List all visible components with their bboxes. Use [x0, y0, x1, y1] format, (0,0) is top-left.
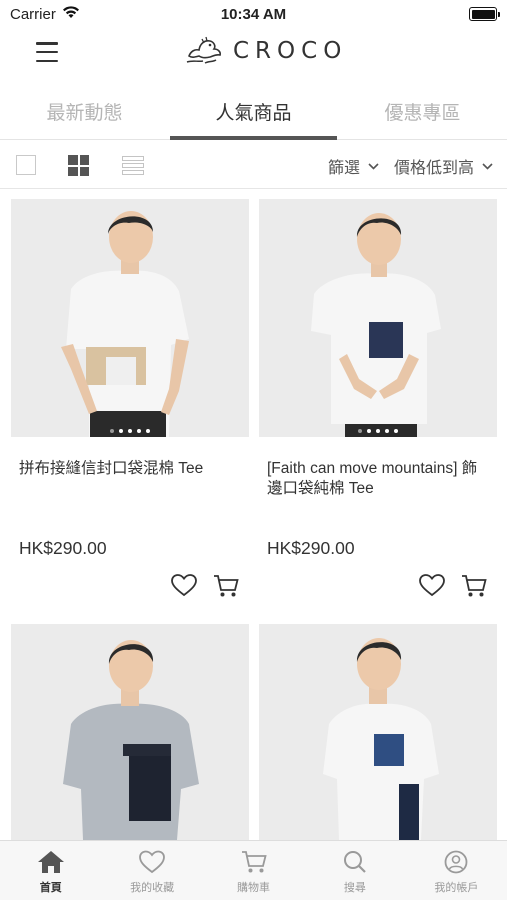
filter-label: 篩選 — [328, 160, 361, 177]
nav-favorites-label: 我的收藏 — [130, 882, 175, 894]
product-image[interactable] — [11, 624, 249, 840]
status-bar: Carrier 10:34 AM — [0, 0, 507, 28]
brand-logo[interactable]: CROCO — [185, 34, 347, 68]
product-price: HK$290.00 — [267, 538, 355, 558]
nav-search-label: 搜尋 — [343, 882, 366, 894]
bottom-tab-bar: 首頁 我的收藏 購物車 搜尋 我的帳戶 — [0, 840, 507, 900]
single-view-toggle[interactable] — [16, 155, 36, 175]
product-card: [Faith can move mountains] 飾邊口袋純棉 Tee HK… — [259, 199, 497, 597]
product-title[interactable]: 拼布接縫信封口袋混棉 Tee — [11, 459, 249, 529]
heart-icon[interactable] — [419, 574, 445, 597]
nav-cart-label: 購物車 — [237, 882, 271, 894]
tab-latest[interactable]: 最新動態 — [0, 86, 169, 139]
product-image[interactable] — [11, 199, 249, 437]
brand-name: CROCO — [233, 38, 348, 64]
nav-favorites[interactable]: 我的收藏 — [101, 841, 202, 900]
product-card — [259, 624, 497, 840]
product-card — [11, 624, 249, 840]
category-tabs: 最新動態 人氣商品 優惠專區 — [0, 86, 507, 140]
crocodile-logo-icon — [186, 36, 221, 64]
add-to-cart-icon[interactable] — [213, 574, 239, 598]
home-icon — [37, 851, 64, 873]
chevron-down-icon — [368, 162, 379, 170]
nav-home[interactable]: 首頁 — [0, 841, 101, 900]
model-photo — [259, 624, 497, 840]
model-photo — [11, 199, 249, 437]
sort-label: 價格低到高 — [394, 160, 475, 177]
nav-account-label: 我的帳戶 — [434, 882, 479, 894]
app-header: CROCO — [0, 28, 507, 78]
grid-view-icon[interactable] — [68, 155, 89, 176]
heart-icon[interactable] — [171, 574, 197, 597]
search-icon — [343, 851, 366, 873]
chevron-down-icon — [482, 162, 493, 170]
product-price: HK$290.00 — [19, 538, 107, 558]
tab-promotions[interactable]: 優惠專區 — [338, 86, 507, 139]
wifi-icon — [62, 5, 80, 23]
product-image[interactable] — [259, 199, 497, 437]
account-icon — [444, 850, 468, 874]
tab-popular[interactable]: 人氣商品 — [169, 86, 338, 140]
nav-cart[interactable]: 購物車 — [203, 841, 304, 900]
sort-dropdown[interactable]: 價格低到高 — [394, 154, 493, 178]
cart-icon — [241, 851, 267, 873]
nav-account[interactable]: 我的帳戶 — [406, 841, 507, 900]
list-toolbar: 篩選 價格低到高 — [0, 141, 507, 189]
menu-button[interactable] — [36, 42, 58, 62]
product-title[interactable]: [Faith can move mountains] 飾邊口袋純棉 Tee — [259, 459, 497, 529]
nav-search[interactable]: 搜尋 — [304, 841, 405, 900]
nav-home-label: 首頁 — [39, 882, 62, 894]
image-pagination — [259, 429, 497, 433]
image-pagination — [11, 429, 249, 433]
list-view-icon[interactable] — [122, 156, 144, 175]
carrier-label: Carrier — [10, 5, 56, 23]
battery-icon — [469, 7, 500, 21]
filter-dropdown[interactable]: 篩選 — [328, 154, 379, 178]
product-card: 拼布接縫信封口袋混棉 Tee HK$290.00 — [11, 199, 249, 597]
product-image[interactable] — [259, 624, 497, 840]
add-to-cart-icon[interactable] — [461, 574, 487, 598]
heart-icon — [139, 850, 166, 874]
model-photo — [11, 624, 249, 840]
model-photo — [259, 199, 497, 437]
